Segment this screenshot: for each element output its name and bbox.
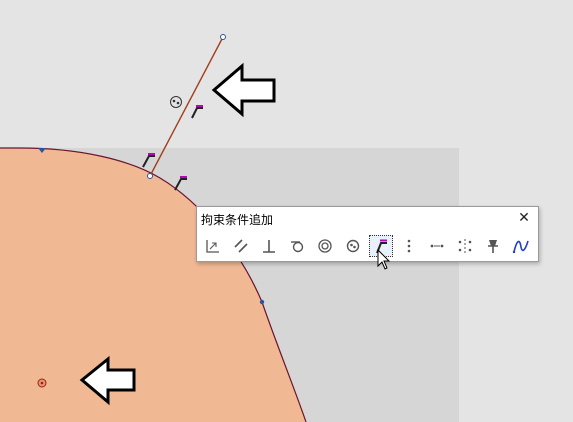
tangent-icon[interactable] (285, 235, 309, 257)
center-point-dot (40, 381, 44, 385)
line-start-point[interactable] (147, 173, 153, 179)
midpoint-icon[interactable] (397, 235, 421, 257)
panel-title: 拘束条件追加 (201, 213, 274, 227)
constraint-toolbar (199, 235, 535, 259)
arrow-left-icon (211, 62, 276, 118)
coincident-constraint-glyph[interactable] (170, 96, 182, 108)
concentric-icon[interactable] (313, 235, 337, 257)
mouse-cursor-icon (377, 249, 391, 270)
coincident-circle-icon[interactable] (341, 235, 365, 257)
fix-pin-icon[interactable] (481, 235, 505, 257)
line-end-point[interactable] (220, 34, 226, 40)
add-constraint-panel[interactable]: 拘束条件追加 ✕ (196, 206, 539, 262)
collinear-point-icon[interactable] (425, 235, 449, 257)
perpendicular-icon[interactable] (257, 235, 281, 257)
parallel-icon[interactable] (229, 235, 253, 257)
horizontal-vertical-icon[interactable] (201, 235, 225, 257)
symmetric-icon[interactable] (453, 235, 477, 257)
close-button[interactable]: ✕ (517, 211, 531, 225)
tangent-glyph-1[interactable] (191, 105, 203, 119)
profile-point[interactable] (259, 299, 265, 305)
smooth-curve-icon[interactable] (509, 235, 533, 257)
